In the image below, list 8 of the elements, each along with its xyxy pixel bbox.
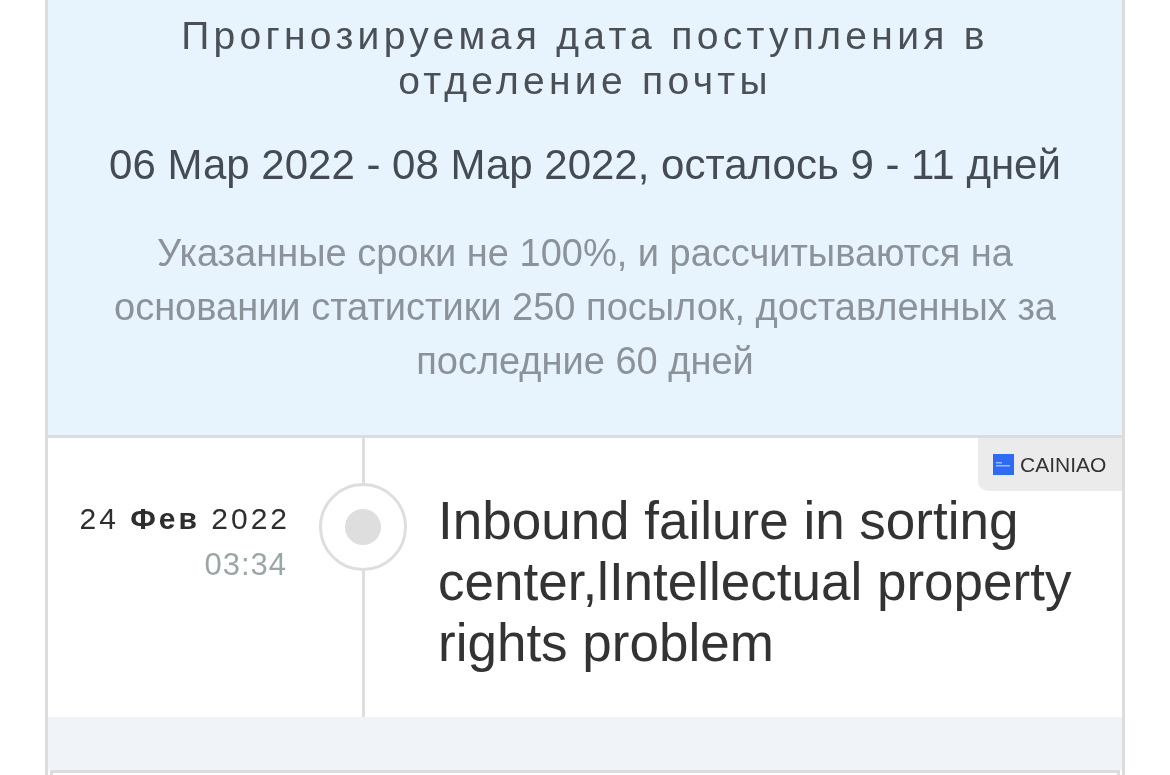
forecast-dates: 06 Мар 2022 - 08 Мар 2022, осталось 9 - 11 дней (108, 142, 1062, 188)
square-logo-icon (993, 454, 1014, 475)
forecast-note: Указанные сроки не 100%, и рассчитываются на основании статистики 250 посылок, доставленных за последние 60 дней (113, 231, 1057, 384)
event-description: Inbound failure in sorting center,lIntellectual property rights problem (438, 490, 1073, 673)
forecast-title: Прогнозируемая дата поступления в отделение почты (180, 13, 990, 103)
event-date: 24 Фев 2022 (79, 501, 290, 537)
carrier-name: CAINIAO (1020, 452, 1107, 477)
event-time: 03:34 (204, 546, 287, 584)
